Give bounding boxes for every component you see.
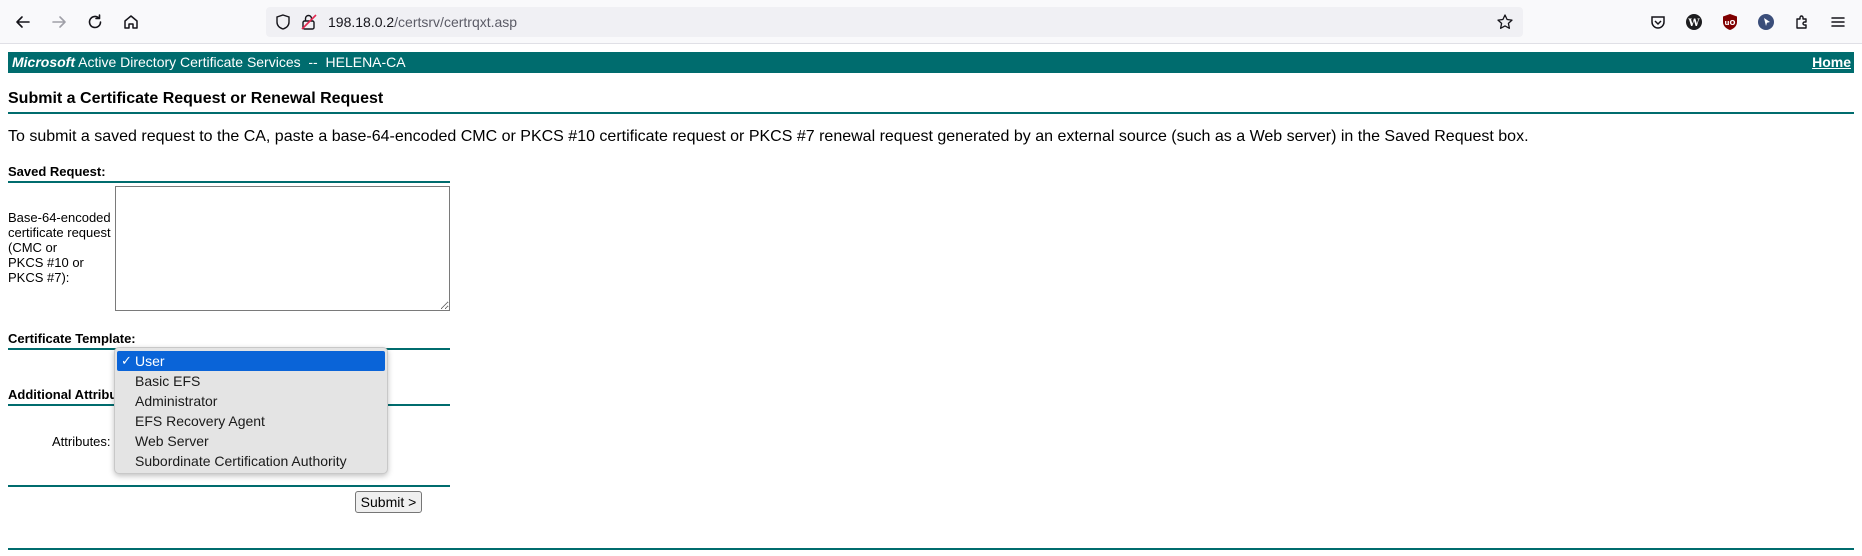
extensions-puzzle-icon[interactable] — [1792, 12, 1812, 32]
service-banner: Microsoft Active Directory Certificate S… — [8, 52, 1854, 73]
menu-hamburger-icon[interactable] — [1828, 12, 1848, 32]
template-option-label: Administrator — [135, 393, 218, 409]
back-icon[interactable] — [9, 8, 37, 36]
template-option-label: Basic EFS — [135, 373, 201, 389]
attributes-label: Attributes: — [52, 434, 111, 449]
saved-request-label-line: Base-64-encoded — [8, 210, 111, 225]
pocket-icon[interactable] — [1648, 12, 1668, 32]
saved-request-label: Base-64-encoded certificate request (CMC… — [8, 210, 111, 285]
home-icon[interactable] — [117, 8, 145, 36]
template-option-efs-recovery-agent[interactable]: EFS Recovery Agent — [117, 411, 385, 431]
home-link[interactable]: Home — [1812, 52, 1851, 73]
template-option-user[interactable]: ✓ User — [117, 351, 385, 371]
banner-title: Microsoft Active Directory Certificate S… — [12, 52, 406, 73]
template-option-label: EFS Recovery Agent — [135, 413, 265, 429]
insecure-lock-icon[interactable] — [300, 13, 318, 31]
browser-toolbar: 198.18.0.2/certsrv/certrqxt.asp W uO — [0, 0, 1862, 44]
checkmark-icon: ✓ — [121, 353, 132, 368]
template-option-label: Web Server — [135, 433, 209, 449]
certificate-template-dropdown[interactable]: ✓ User Basic EFS Administrator EFS Recove… — [114, 347, 388, 474]
ublock-origin-icon[interactable]: uO — [1720, 12, 1740, 32]
template-option-label: Subordinate Certification Authority — [135, 453, 347, 469]
template-option-administrator[interactable]: Administrator — [117, 391, 385, 411]
wordpress-extension-icon[interactable]: W — [1684, 12, 1704, 32]
form-divider — [8, 485, 450, 487]
page-footer-divider — [8, 548, 1854, 550]
shield-icon[interactable] — [274, 13, 292, 31]
banner-service-name: Active Directory Certificate Services --… — [75, 54, 406, 70]
saved-request-label-line: certificate request — [8, 225, 111, 240]
template-option-subordinate-ca[interactable]: Subordinate Certification Authority — [117, 451, 385, 471]
saved-request-label-line: PKCS #10 or — [8, 255, 84, 270]
url-host: 198.18.0.2 — [328, 14, 395, 30]
reload-icon[interactable] — [81, 8, 109, 36]
svg-text:W: W — [1687, 18, 1700, 29]
banner-brand: Microsoft — [12, 54, 75, 70]
saved-request-label-line: (CMC or — [8, 240, 58, 255]
saved-request-textarea[interactable] — [115, 186, 450, 311]
page-title: Submit a Certificate Request or Renewal … — [8, 90, 1854, 114]
template-option-basic-efs[interactable]: Basic EFS — [117, 371, 385, 391]
svg-text:uO: uO — [1725, 19, 1736, 27]
bookmark-star-icon[interactable] — [1496, 13, 1514, 31]
saved-request-label-line: PKCS #7): — [8, 270, 70, 285]
url-path: /certsrv/certrqxt.asp — [394, 14, 518, 30]
template-option-label: User — [135, 353, 165, 369]
submit-button[interactable]: Submit > — [355, 491, 422, 513]
cursor-extension-icon[interactable] — [1756, 12, 1776, 32]
address-bar[interactable]: 198.18.0.2/certsrv/certrqxt.asp — [266, 7, 1523, 37]
template-option-web-server[interactable]: Web Server — [117, 431, 385, 451]
forward-icon[interactable] — [45, 8, 73, 36]
page-content: Microsoft Active Directory Certificate S… — [8, 52, 1854, 550]
saved-request-section-title: Saved Request: — [8, 164, 450, 183]
intro-text: To submit a saved request to the CA, pas… — [8, 128, 1529, 145]
url-text[interactable]: 198.18.0.2/certsrv/certrqxt.asp — [328, 14, 517, 30]
